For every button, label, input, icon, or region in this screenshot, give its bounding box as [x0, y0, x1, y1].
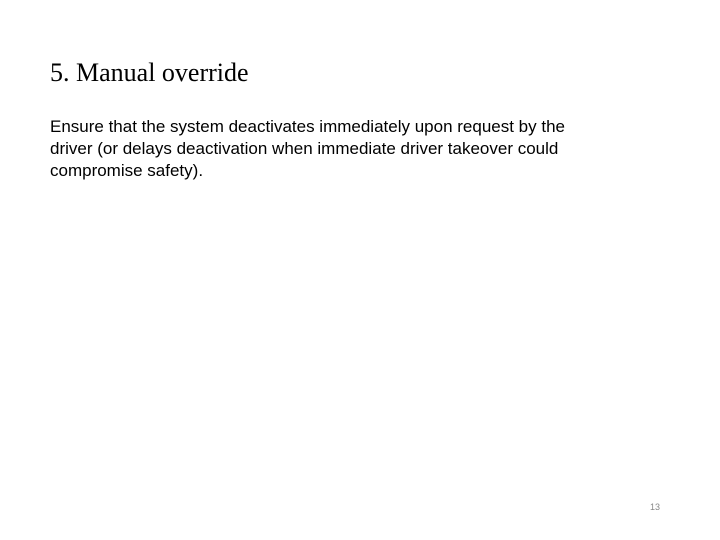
slide: 5. Manual override Ensure that the syste…: [0, 0, 720, 540]
slide-heading: 5. Manual override: [50, 58, 670, 88]
page-number: 13: [650, 502, 660, 512]
slide-body-text: Ensure that the system deactivates immed…: [50, 116, 610, 182]
